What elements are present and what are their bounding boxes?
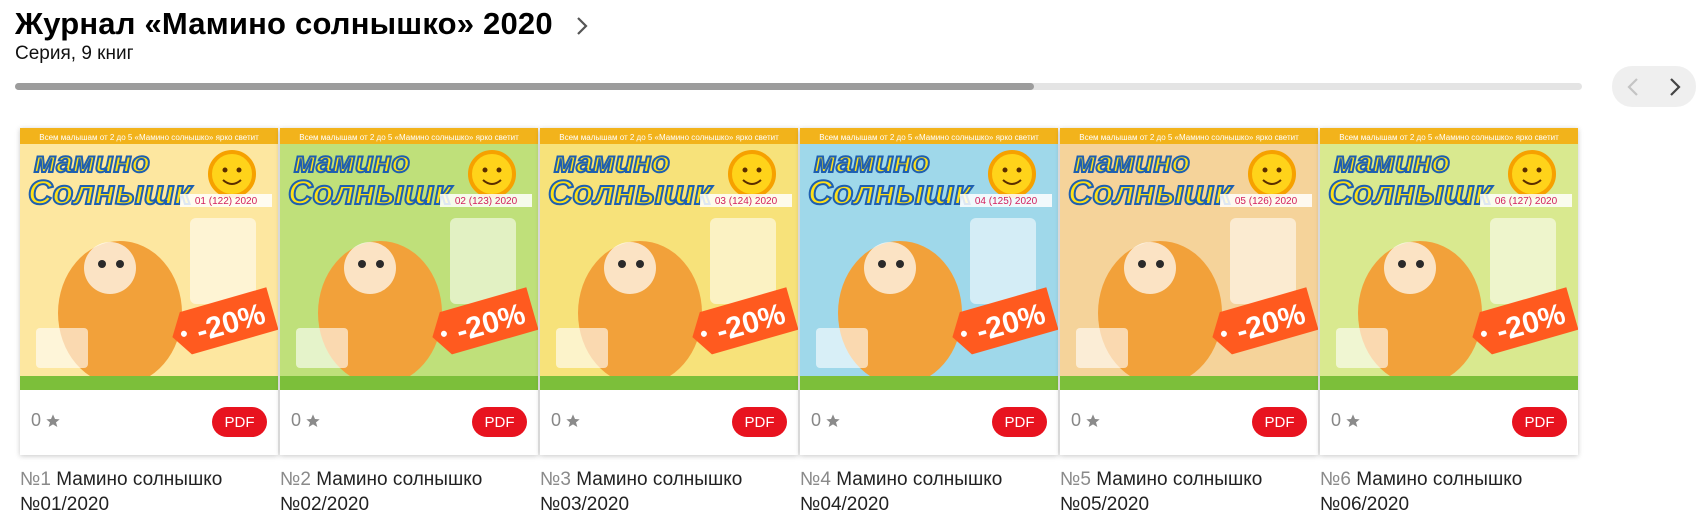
pdf-format-badge[interactable]: PDF <box>1512 407 1567 437</box>
book-number: №4 <box>800 469 831 490</box>
svg-text:Всем малышам от 2 до 5 «Мамино: Всем малышам от 2 до 5 «Мамино солнышко»… <box>1079 133 1299 142</box>
book-title-link[interactable]: №6 Мамино солнышко №06/2020 <box>1320 467 1578 517</box>
book-name[interactable]: Мамино солнышко №05/2020 <box>1060 469 1262 515</box>
svg-text:Всем малышам от 2 до 5 «Мамино: Всем малышам от 2 до 5 «Мамино солнышко»… <box>39 133 259 142</box>
rating-value: 0 <box>811 410 822 430</box>
book-cover-frame[interactable]: Всем малышам от 2 до 5 «Мамино солнышко»… <box>280 128 538 455</box>
prev-button[interactable] <box>1612 66 1654 107</box>
book-cover-frame[interactable]: Всем малышам от 2 до 5 «Мамино солнышко»… <box>20 128 278 455</box>
discount-badge: -20% <box>1212 287 1318 355</box>
rating: 0 <box>551 410 581 431</box>
book-title-link[interactable]: №4 Мамино солнышко №04/2020 <box>800 467 1058 517</box>
svg-text:Солнышк: Солнышк <box>1068 174 1233 212</box>
book-cover-frame[interactable]: Всем малышам от 2 до 5 «Мамино солнышко»… <box>1320 128 1578 455</box>
svg-text:Всем малышам от 2 до 5 «Мамино: Всем малышам от 2 до 5 «Мамино солнышко»… <box>299 133 519 142</box>
pdf-format-badge[interactable]: PDF <box>992 407 1047 437</box>
rating: 0 <box>1331 410 1361 431</box>
book-card[interactable]: Всем малышам от 2 до 5 «Мамино солнышко»… <box>1060 128 1318 517</box>
svg-text:Солнышк: Солнышк <box>28 174 193 212</box>
star-icon <box>306 413 320 427</box>
pdf-format-badge[interactable]: PDF <box>472 407 527 437</box>
star-icon <box>826 413 840 427</box>
chevron-right-icon <box>1670 77 1681 96</box>
star-icon <box>1086 413 1100 427</box>
book-number: №5 <box>1060 469 1091 490</box>
svg-text:Всем малышам от 2 до 5 «Мамино: Всем малышам от 2 до 5 «Мамино солнышко»… <box>1339 133 1559 142</box>
book-name[interactable]: Мамино солнышко №06/2020 <box>1320 469 1522 515</box>
star-icon <box>46 413 60 427</box>
book-card-footer: 0 PDF <box>540 390 798 455</box>
series-title[interactable]: Журнал «Мамино солнышко» 2020 <box>15 6 553 42</box>
rating: 0 <box>1071 410 1101 431</box>
pdf-format-badge[interactable]: PDF <box>212 407 267 437</box>
book-cover-frame[interactable]: Всем малышам от 2 до 5 «Мамино солнышко»… <box>540 128 798 455</box>
discount-badge: -20% <box>952 287 1058 355</box>
svg-text:06 (127) 2020: 06 (127) 2020 <box>1495 196 1558 207</box>
book-name[interactable]: Мамино солнышко №01/2020 <box>20 469 222 515</box>
book-title-link[interactable]: №2 Мамино солнышко №02/2020 <box>280 467 538 517</box>
book-name[interactable]: Мамино солнышко №02/2020 <box>280 469 482 515</box>
svg-text:03 (124) 2020: 03 (124) 2020 <box>715 196 778 207</box>
book-card-footer: 0 PDF <box>800 390 1058 455</box>
svg-text:01 (122) 2020: 01 (122) 2020 <box>195 196 258 207</box>
svg-text:Солнышк: Солнышк <box>1328 174 1493 212</box>
book-name[interactable]: Мамино солнышко №03/2020 <box>540 469 742 515</box>
svg-text:05 (126) 2020: 05 (126) 2020 <box>1235 196 1298 207</box>
pdf-format-badge[interactable]: PDF <box>1252 407 1307 437</box>
svg-text:Солнышк: Солнышк <box>548 174 713 212</box>
svg-text:Солнышк: Солнышк <box>288 174 453 212</box>
chevron-right-icon[interactable] <box>575 15 589 37</box>
rating: 0 <box>31 410 61 431</box>
star-icon <box>566 413 580 427</box>
discount-badge: -20% <box>432 287 538 355</box>
book-number: №6 <box>1320 469 1351 490</box>
book-carousel: Всем малышам от 2 до 5 «Мамино солнышко»… <box>0 120 1662 518</box>
scroll-progress-thumb[interactable] <box>15 83 1034 90</box>
book-card[interactable]: Всем малышам от 2 до 5 «Мамино солнышко»… <box>800 128 1058 517</box>
book-cover-frame[interactable]: Всем малышам от 2 до 5 «Мамино солнышко»… <box>800 128 1058 455</box>
rating-value: 0 <box>31 410 42 430</box>
book-card-footer: 0 PDF <box>280 390 538 455</box>
next-button[interactable] <box>1654 66 1696 107</box>
svg-text:Всем малышам от 2 до 5 «Мамино: Всем малышам от 2 до 5 «Мамино солнышко»… <box>819 133 1039 142</box>
rating-value: 0 <box>291 410 302 430</box>
book-card[interactable]: Всем малышам от 2 до 5 «Мамино солнышко»… <box>280 128 538 517</box>
discount-badge: -20% <box>1472 287 1578 355</box>
chevron-left-icon <box>1627 77 1638 96</box>
series-header: Журнал «Мамино солнышко» 2020 Серия, 9 к… <box>15 6 589 65</box>
discount-badge: -20% <box>172 287 278 355</box>
book-card[interactable]: Всем малышам от 2 до 5 «Мамино солнышко»… <box>20 128 278 517</box>
book-title-link[interactable]: №3 Мамино солнышко №03/2020 <box>540 467 798 517</box>
book-cover-frame[interactable]: Всем малышам от 2 до 5 «Мамино солнышко»… <box>1060 128 1318 455</box>
rating-value: 0 <box>1331 410 1342 430</box>
book-number: №1 <box>20 469 51 490</box>
svg-text:02 (123) 2020: 02 (123) 2020 <box>455 196 518 207</box>
svg-text:Всем малышам от 2 до 5 «Мамино: Всем малышам от 2 до 5 «Мамино солнышко»… <box>559 133 779 142</box>
discount-badge: -20% <box>692 287 798 355</box>
series-subtitle: Серия, 9 книг <box>15 43 134 64</box>
book-card[interactable]: Всем малышам от 2 до 5 «Мамино солнышко»… <box>540 128 798 517</box>
book-number: №3 <box>540 469 571 490</box>
pdf-format-badge[interactable]: PDF <box>732 407 787 437</box>
book-card-footer: 0 PDF <box>20 390 278 455</box>
rating-value: 0 <box>551 410 562 430</box>
book-number: №2 <box>280 469 311 490</box>
book-title-link[interactable]: №5 Мамино солнышко №05/2020 <box>1060 467 1318 517</box>
book-title-link[interactable]: №1 Мамино солнышко №01/2020 <box>20 467 278 517</box>
star-icon <box>1346 413 1360 427</box>
rating: 0 <box>291 410 321 431</box>
svg-text:Солнышк: Солнышк <box>808 174 973 212</box>
svg-text:04 (125) 2020: 04 (125) 2020 <box>975 196 1038 207</box>
book-name[interactable]: Мамино солнышко №04/2020 <box>800 469 1002 515</box>
rating-value: 0 <box>1071 410 1082 430</box>
rating: 0 <box>811 410 841 431</box>
series-title-row[interactable]: Журнал «Мамино солнышко» 2020 <box>15 6 589 42</box>
book-card-footer: 0 PDF <box>1060 390 1318 455</box>
scroll-progress-track[interactable] <box>15 83 1582 90</box>
book-card[interactable]: Всем малышам от 2 до 5 «Мамино солнышко»… <box>1320 128 1578 517</box>
book-card-footer: 0 PDF <box>1320 390 1578 455</box>
